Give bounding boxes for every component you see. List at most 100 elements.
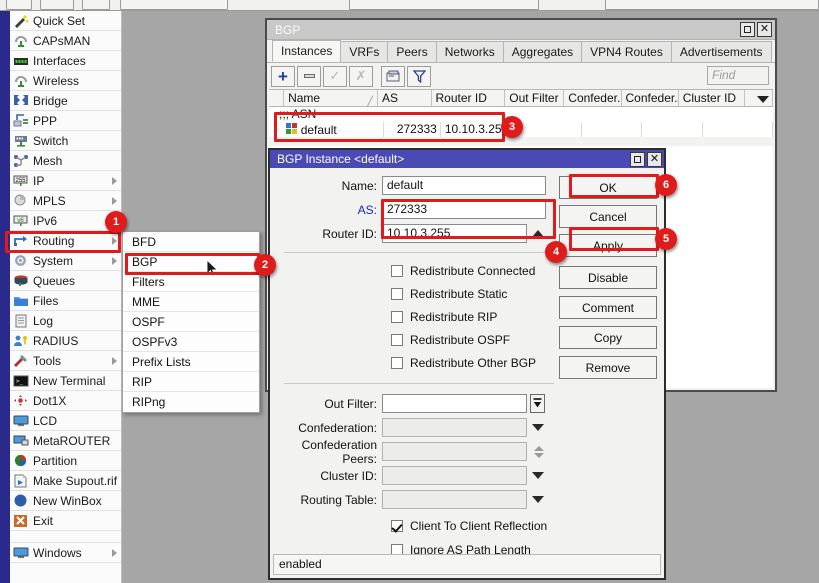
checkbox-box[interactable] bbox=[391, 334, 403, 346]
find-input[interactable]: Find bbox=[707, 66, 769, 85]
checkbox-box[interactable] bbox=[391, 288, 403, 300]
tab-advertisements[interactable]: Advertisements bbox=[671, 41, 772, 62]
close-icon[interactable]: ✕ bbox=[757, 22, 772, 37]
checkbox-client-to-client-reflection[interactable]: Client To Client Reflection bbox=[391, 517, 547, 534]
column-header-confeder-[interactable]: Confeder... bbox=[622, 90, 679, 106]
sidebar-item-exit[interactable]: Exit bbox=[10, 511, 121, 531]
comment-button[interactable]: Comment bbox=[559, 296, 657, 319]
submenu-item-prefix-lists[interactable]: Prefix Lists bbox=[123, 352, 259, 372]
toolbar-field-2[interactable] bbox=[349, 0, 539, 10]
sidebar-item-dot1x[interactable]: Dot1X bbox=[10, 391, 121, 411]
tab-vrfs[interactable]: VRFs bbox=[340, 41, 388, 62]
apply-button[interactable]: Apply bbox=[559, 234, 657, 257]
sidebar-item-capsman[interactable]: CAPsMAN bbox=[10, 31, 121, 51]
submenu-item-ripng[interactable]: RIPng bbox=[123, 392, 259, 412]
ok-button[interactable]: OK bbox=[559, 176, 657, 199]
dialog-close-icon[interactable]: ✕ bbox=[647, 152, 662, 167]
column-header-as[interactable]: AS bbox=[378, 90, 432, 106]
toolbar-field-3[interactable] bbox=[605, 0, 819, 10]
sidebar-item-partition[interactable]: Partition bbox=[10, 451, 121, 471]
add-button[interactable]: + bbox=[271, 66, 295, 87]
as-input[interactable]: 272333 bbox=[382, 200, 546, 219]
filter-button[interactable] bbox=[407, 66, 431, 87]
tab-peers[interactable]: Peers bbox=[387, 41, 436, 62]
sidebar-item-switch[interactable]: Switch bbox=[10, 131, 121, 151]
routing-table-input[interactable] bbox=[382, 490, 527, 509]
column-header-out-filter[interactable]: Out Filter bbox=[505, 90, 564, 106]
cluster-id-input[interactable] bbox=[382, 466, 527, 485]
sidebar-item-make-supout-rif[interactable]: Make Supout.rif bbox=[10, 471, 121, 491]
checkbox-redistribute-rip[interactable]: Redistribute RIP bbox=[391, 308, 497, 325]
checkbox-box[interactable] bbox=[391, 265, 403, 277]
out-filter-dropdown-icon[interactable] bbox=[530, 394, 545, 413]
routing-table-chevron-down-icon[interactable] bbox=[532, 496, 544, 503]
sidebar-item-queues[interactable]: Queues bbox=[10, 271, 121, 291]
remove-button[interactable] bbox=[297, 66, 321, 87]
tab-aggregates[interactable]: Aggregates bbox=[503, 41, 582, 62]
column-header-cluster-id[interactable]: Cluster ID bbox=[679, 90, 745, 106]
confederation-peers-input[interactable] bbox=[382, 442, 527, 461]
dialog-maximize-icon[interactable] bbox=[630, 152, 645, 167]
sidebar-item-files[interactable]: Files bbox=[10, 291, 121, 311]
submenu-item-bfd[interactable]: BFD bbox=[123, 232, 259, 252]
confederation-chevron-down-icon[interactable] bbox=[532, 424, 544, 431]
maximize-icon[interactable] bbox=[740, 22, 755, 37]
sidebar-item-interfaces[interactable]: Interfaces bbox=[10, 51, 121, 71]
sidebar-item-system[interactable]: System bbox=[10, 251, 121, 271]
toolbar-button-3[interactable] bbox=[82, 0, 110, 10]
tab-vpn4-routes[interactable]: VPN4 Routes bbox=[581, 41, 672, 62]
comment-button[interactable] bbox=[381, 66, 405, 87]
checkbox-box[interactable] bbox=[391, 357, 403, 369]
sidebar-item-mpls[interactable]: MPLS bbox=[10, 191, 121, 211]
bgp-window-titlebar[interactable]: BGP ✕ bbox=[267, 20, 775, 40]
checkbox-redistribute-static[interactable]: Redistribute Static bbox=[391, 285, 507, 302]
submenu-item-ospfv3[interactable]: OSPFv3 bbox=[123, 332, 259, 352]
toolbar-button-1[interactable] bbox=[6, 0, 32, 10]
disable-button[interactable]: Disable bbox=[559, 266, 657, 289]
sidebar-item-ip[interactable]: 255IP bbox=[10, 171, 121, 191]
cluster-id-chevron-down-icon[interactable] bbox=[532, 472, 544, 479]
checkbox-box[interactable] bbox=[391, 520, 403, 532]
sidebar-item-lcd[interactable]: LCD bbox=[10, 411, 121, 431]
column-chooser-button[interactable] bbox=[745, 90, 773, 106]
sidebar-item-wireless[interactable]: Wireless bbox=[10, 71, 121, 91]
enable-button[interactable]: ✓ bbox=[323, 66, 347, 87]
sidebar-item-ppp[interactable]: PPP bbox=[10, 111, 121, 131]
sidebar-item-radius[interactable]: RADIUS bbox=[10, 331, 121, 351]
submenu-item-rip[interactable]: RIP bbox=[123, 372, 259, 392]
sidebar-item-log[interactable]: Log bbox=[10, 311, 121, 331]
column-header-confeder-[interactable]: Confeder... bbox=[564, 90, 621, 106]
toolbar-address-field[interactable] bbox=[120, 0, 228, 10]
name-input[interactable]: default bbox=[382, 176, 546, 195]
submenu-item-ospf[interactable]: OSPF bbox=[123, 312, 259, 332]
sidebar-item-metarouter[interactable]: MetaROUTER bbox=[10, 431, 121, 451]
sidebar-item-routing[interactable]: Routing bbox=[10, 231, 121, 251]
cancel-button[interactable]: Cancel bbox=[559, 205, 657, 228]
sidebar-item-new-terminal[interactable]: >_New Terminal bbox=[10, 371, 121, 391]
sidebar-item-quick-set[interactable]: Quick Set bbox=[10, 11, 121, 31]
checkbox-redistribute-other-bgp[interactable]: Redistribute Other BGP bbox=[391, 354, 536, 371]
confederation-input[interactable] bbox=[382, 418, 527, 437]
submenu-item-bgp[interactable]: BGP bbox=[123, 252, 259, 272]
checkbox-redistribute-connected[interactable]: Redistribute Connected bbox=[391, 262, 535, 279]
checkbox-redistribute-ospf[interactable]: Redistribute OSPF bbox=[391, 331, 510, 348]
column-header-router-id[interactable]: Router ID bbox=[432, 90, 506, 106]
sidebar-item-bridge[interactable]: Bridge bbox=[10, 91, 121, 111]
confederation-peers-stepper[interactable] bbox=[532, 442, 545, 461]
column-header-name[interactable]: Name╱ bbox=[284, 90, 378, 106]
tab-instances[interactable]: Instances bbox=[272, 40, 341, 62]
router-id-input[interactable]: 10.10.3.255 bbox=[382, 224, 527, 243]
submenu-item-filters[interactable]: Filters bbox=[123, 272, 259, 292]
sidebar-item-windows[interactable]: Windows bbox=[10, 543, 121, 563]
tab-networks[interactable]: Networks bbox=[436, 41, 504, 62]
checkbox-box[interactable] bbox=[391, 311, 403, 323]
toolbar-button-2[interactable] bbox=[40, 0, 74, 10]
remove-button[interactable]: Remove bbox=[559, 356, 657, 379]
disable-button[interactable]: ✗ bbox=[349, 66, 373, 87]
router-id-expand-icon[interactable] bbox=[532, 230, 544, 237]
sidebar-item-mesh[interactable]: Mesh bbox=[10, 151, 121, 171]
sidebar-item-tools[interactable]: Tools bbox=[10, 351, 121, 371]
submenu-item-mme[interactable]: MME bbox=[123, 292, 259, 312]
dialog-titlebar[interactable]: BGP Instance <default> ✕ bbox=[270, 150, 664, 168]
copy-button[interactable]: Copy bbox=[559, 326, 657, 349]
